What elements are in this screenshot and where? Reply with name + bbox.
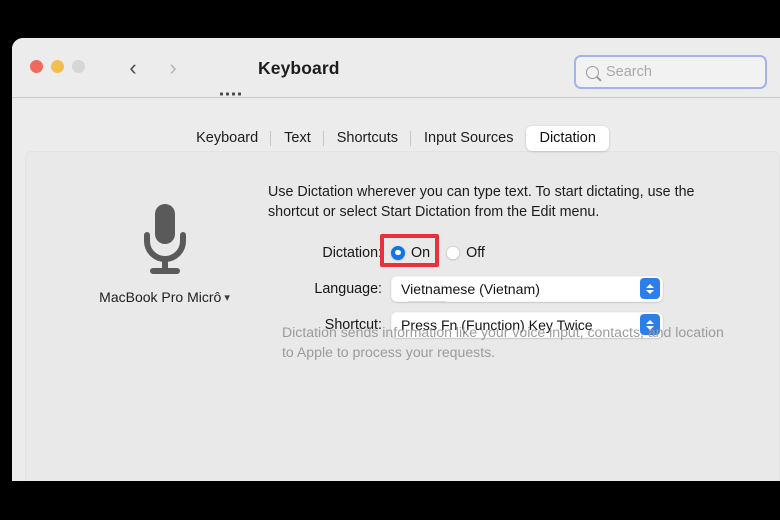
tab-dictation[interactable]: Dictation	[526, 126, 609, 151]
window-toolbar: ‹ › Keyboard Search	[12, 38, 780, 108]
radio-off-label: Off	[466, 244, 485, 261]
language-popup-button[interactable]: Vietnamese (Vietnam)	[391, 275, 663, 302]
grid-dot	[232, 92, 235, 96]
back-arrow-icon[interactable]: ‹	[122, 56, 144, 80]
microphone-name: MacBook Pro Micrô	[99, 289, 222, 305]
language-stepper-icon[interactable]	[640, 278, 660, 299]
grid-dot	[220, 92, 223, 96]
dictation-description: Use Dictation wherever you can type text…	[268, 184, 695, 220]
tab-shortcuts[interactable]: Shortcuts	[322, 126, 411, 151]
microphone-selector[interactable]: MacBook Pro Micrô ▾	[77, 201, 252, 305]
language-value: Vietnamese (Vietnam)	[401, 280, 540, 297]
microphone-label: MacBook Pro Micrô ▾	[77, 289, 252, 305]
search-field[interactable]: Search	[574, 55, 767, 89]
search-placeholder: Search	[606, 64, 652, 80]
dictation-radio-group: On Off	[380, 234, 501, 267]
chevron-up-icon	[646, 283, 654, 288]
search-icon	[586, 65, 599, 79]
zoom-button[interactable]	[72, 60, 85, 73]
tab-bar: Keyboard Text Shortcuts Input Sources Di…	[12, 125, 780, 152]
tab-input-sources[interactable]: Input Sources	[409, 126, 526, 151]
traffic-light-buttons	[30, 60, 85, 73]
forward-arrow-icon[interactable]: ›	[162, 56, 184, 80]
dictation-form: Use Dictation wherever you can type text…	[268, 183, 750, 360]
dictation-toggle-row: Dictation: On Off	[268, 234, 750, 267]
close-button[interactable]	[30, 60, 43, 73]
minimize-button[interactable]	[51, 60, 64, 73]
chevron-down-icon[interactable]: ▾	[224, 292, 230, 304]
dictation-content-card: MacBook Pro Micrô ▾ Use Dictation whereve…	[25, 151, 780, 481]
language-row-label: Language:	[314, 280, 382, 297]
dictation-radio-off[interactable]: Off	[446, 245, 485, 261]
tab-text[interactable]: Text	[270, 126, 324, 151]
radio-off-indicator	[446, 245, 461, 260]
language-row: Language: Vietnamese (Vietnam)	[268, 274, 750, 303]
microphone-icon	[143, 204, 186, 274]
dictation-radio-on[interactable]: On	[391, 245, 430, 261]
grid-dot	[226, 92, 229, 96]
dictation-privacy-note: Dictation sends information like your vo…	[282, 324, 724, 360]
system-preferences-window: ‹ › Keyboard Search Keyboard Text Shortc…	[12, 38, 780, 481]
tab-keyboard[interactable]: Keyboard	[183, 126, 271, 151]
divider	[408, 301, 446, 302]
radio-on-indicator	[391, 245, 405, 260]
chevron-down-icon	[646, 289, 654, 294]
preferences-pane: Keyboard Text Shortcuts Input Sources Di…	[12, 98, 780, 481]
radio-on-label: On	[411, 244, 431, 261]
grid-dot	[238, 92, 241, 96]
window-title: Keyboard	[258, 58, 340, 78]
screen: ‹ › Keyboard Search Keyboard Text Shortc…	[0, 0, 780, 520]
dictation-row-label: Dictation:	[322, 244, 382, 261]
